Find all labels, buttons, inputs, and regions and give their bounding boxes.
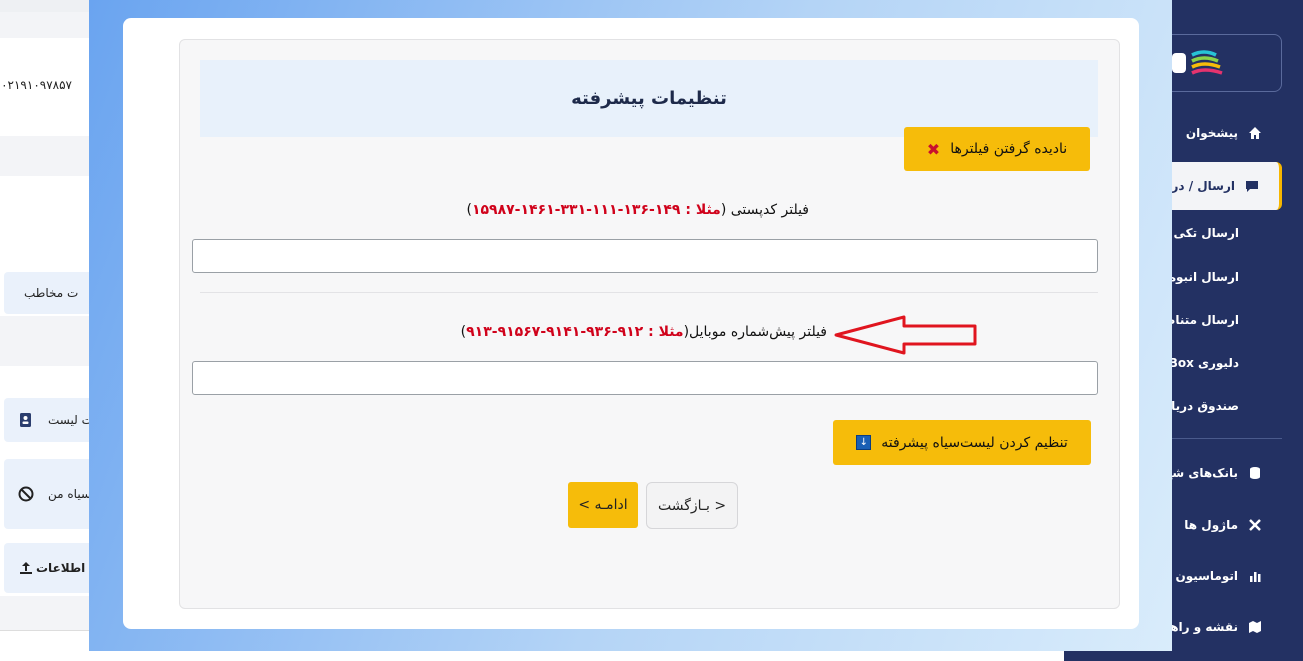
ignore-filters-label: نادیده گرفتن فیلترها: [950, 141, 1068, 157]
upload-icon: [20, 562, 32, 574]
tools-icon: [1249, 519, 1261, 531]
postal-filter-input[interactable]: [192, 239, 1098, 273]
mobile-example: مثلا : ۹۱۲-۹۳۶-۹۱۴۱-۹۱۵۶۷-۹۱۳: [466, 324, 684, 340]
bar-chart-icon: [1250, 572, 1261, 582]
bg-phone-number: ۰۲۱۹۱۰۹۷۸۵۷: [1, 78, 72, 92]
advanced-blacklist-label: تنظیم کردن لیست‌سیاه پیشرفته: [881, 434, 1068, 451]
bg-info-card: ۰۲۱۹۱۰۹۷۸۵۷: [0, 38, 90, 136]
contact-book-icon: [20, 413, 31, 427]
ignore-filters-button[interactable]: نادیده گرفتن فیلترها ✖: [904, 127, 1090, 171]
mobile-label-text: فیلتر پیش‌شماره موبایل(: [683, 324, 827, 340]
map-icon: [1249, 621, 1261, 633]
next-button-label: ادامـه >: [578, 497, 628, 513]
sidebar-item-send-label: ارسال / دریا: [1162, 179, 1235, 193]
mobile-filter-input[interactable]: [192, 361, 1098, 395]
message-icon: [1246, 181, 1258, 192]
back-button-label: < بـازگشت: [657, 497, 727, 514]
close-icon: ✖: [926, 139, 941, 159]
divider: [200, 292, 1098, 293]
download-icon: ↓: [856, 435, 872, 450]
sidebar-item-modules-label: ماژول ها: [1184, 518, 1238, 532]
sidebar-item-banks-label: بانک‌های شح: [1163, 466, 1238, 480]
ban-icon: [18, 486, 34, 502]
brand-logo-icon: [1172, 50, 1223, 75]
bg-blacklist-label: سیاه من: [48, 487, 91, 501]
bg-contact-label: ت مخاطب: [24, 286, 79, 300]
sidebar-sub-single[interactable]: ارسال تکی: [1173, 226, 1239, 240]
postal-example: مثلا : ۱۴۹-۱۳۶-۱۱۱-۳۳۱-۱۴۶۱-۱۵۹۸۷: [471, 202, 721, 218]
database-icon: [1250, 467, 1260, 479]
sidebar-sub-bulk[interactable]: ارسال انبوه: [1169, 270, 1239, 284]
sidebar-item-home-label: پیشخوان: [1185, 126, 1238, 140]
mobile-filter-label: فیلتر پیش‌شماره موبایل(مثلا : ۹۱۲-۹۳۶-۹۱…: [461, 324, 827, 340]
back-button[interactable]: < بـازگشت: [646, 482, 738, 529]
advanced-settings-modal: تنظیمات پیشرفته نادیده گرفتن فیلترها ✖ ف…: [123, 18, 1139, 629]
bg-list-label: ت لیست: [48, 413, 93, 427]
advanced-blacklist-button[interactable]: تنظیم کردن لیست‌سیاه پیشرفته ↓: [833, 420, 1091, 465]
panel-header: تنظیمات پیشرفته: [200, 60, 1098, 137]
home-icon: [1249, 127, 1261, 139]
postal-filter-label: فیلتر کدپستی (مثلا : ۱۴۹-۱۳۶-۱۱۱-۳۳۱-۱۴۶…: [466, 202, 809, 218]
sidebar-sub-delivery[interactable]: دلیوری yBox: [1161, 356, 1239, 370]
next-button[interactable]: ادامـه >: [568, 482, 638, 528]
page-title: تنظیمات پیشرفته: [571, 88, 727, 109]
postal-label-text: فیلتر کدپستی (: [720, 202, 809, 218]
annotation-arrow-icon: [834, 315, 977, 355]
sidebar-item-automation-label: اتوماسیون با: [1162, 569, 1238, 583]
